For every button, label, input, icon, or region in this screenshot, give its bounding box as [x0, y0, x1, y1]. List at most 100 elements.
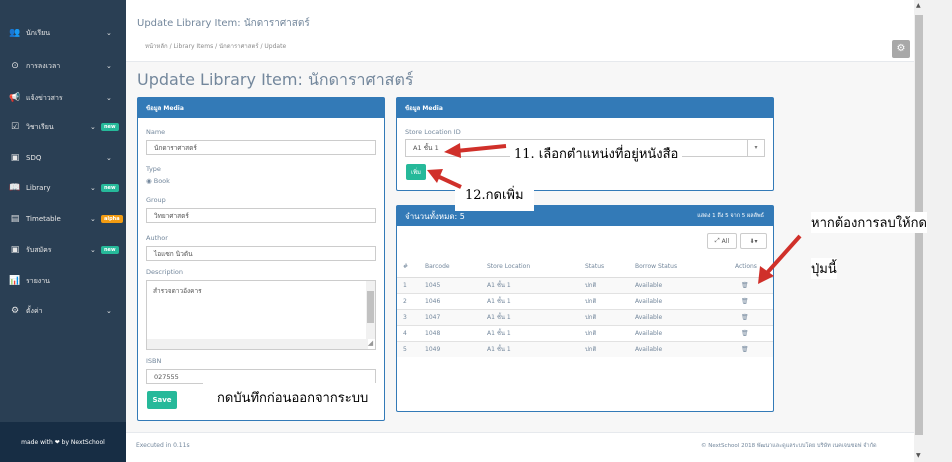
stock-total: จำนวนทั้งหมด: 5	[405, 211, 465, 221]
location-cell: A1 ชั้น 1	[481, 276, 579, 293]
sidebar-item-label: รายงาน	[26, 276, 50, 285]
status-cell: ปกติ	[579, 324, 629, 341]
sidebar-item-settings[interactable]: ⚙ ตั้งค่า ⌄	[0, 298, 126, 324]
cogs-icon: ⚙	[10, 306, 20, 316]
arrow-to-location-select	[444, 143, 507, 158]
page-footer: Executed in 0.11s © NextSchool 2018 พัฒน…	[126, 432, 914, 462]
table-row: 1 1045 A1 ชั้น 1 ปกติ Available 🗑	[397, 276, 773, 293]
sidebar-item-label: ตั้งค่า	[26, 306, 43, 315]
description-textarea[interactable]: สำรวจดาวอังคาร ◢	[146, 280, 376, 350]
isbn-label: ISBN	[146, 357, 162, 365]
new-badge: new	[101, 123, 119, 131]
sidebar-item-announcements[interactable]: 📢 แจ้งข่าวสาร ⌄	[0, 85, 126, 111]
gear-icon[interactable]: ⚙	[892, 40, 910, 58]
stock-table: # Barcode Store Location Status Borrow S…	[397, 256, 773, 357]
row-number: 1	[397, 276, 419, 293]
users-icon: 👥	[9, 28, 21, 38]
column-header[interactable]: #	[397, 256, 419, 278]
location-cell: A1 ชั้น 1	[481, 308, 579, 325]
barcode-cell: 1047	[419, 308, 481, 325]
column-header[interactable]: Store Location	[481, 256, 579, 278]
author-input[interactable]: ไอแซก นิวตัน	[146, 246, 376, 261]
name-label: Name	[146, 128, 166, 136]
location-cell: A1 ชั้น 1	[481, 340, 579, 357]
sidebar-item-subjects[interactable]: ☑ วิชาเรียน ⌄ new	[0, 114, 126, 140]
expand-icon: ⤢	[714, 237, 720, 244]
new-badge: new	[101, 184, 119, 192]
location-cell: A1 ชั้น 1	[481, 292, 579, 309]
location-cell: A1 ชั้น 1	[481, 324, 579, 341]
name-input[interactable]: นักดาราศาสตร์	[146, 140, 376, 155]
sidebar-item-students[interactable]: 👥 นักเรียน ⌄	[0, 20, 126, 46]
status-cell: ปกติ	[579, 276, 629, 293]
trash-icon[interactable]: 🗑	[729, 308, 773, 325]
textarea-hscrollbar[interactable]	[147, 339, 368, 349]
header-title: Update Library Item: นักดาราศาสตร์	[137, 18, 310, 29]
resize-handle-icon[interactable]: ◢	[366, 339, 375, 349]
table-row: 2 1046 A1 ชั้น 1 ปกติ Available 🗑	[397, 292, 773, 309]
sidebar-item-attendance[interactable]: ⊙ การลงเวลา ⌄	[0, 53, 126, 79]
chevron-down-icon: ⌄	[90, 246, 96, 254]
sidebar-item-label: วิชาเรียน	[26, 122, 54, 131]
trash-icon[interactable]: 🗑	[729, 340, 773, 357]
type-radio-book[interactable]: ◉ Book	[146, 177, 170, 185]
sidebar-item-library[interactable]: 📖 Library ⌄ new	[0, 175, 126, 201]
group-label: Group	[146, 196, 166, 204]
borrow-status-cell: Available	[629, 292, 729, 309]
chevron-down-icon: ⌄	[106, 29, 112, 37]
breadcrumb[interactable]: หน้าหลัก / Library Items / นักดาราศาสตร์…	[145, 41, 286, 51]
row-number: 3	[397, 308, 419, 325]
borrow-status-cell: Available	[629, 308, 729, 325]
all-filter-button[interactable]: ⤢ All	[707, 233, 737, 249]
trash-icon[interactable]: 🗑	[729, 324, 773, 341]
barcode-cell: 1048	[419, 324, 481, 341]
row-number: 5	[397, 340, 419, 357]
barcode-cell: 1046	[419, 292, 481, 309]
chevron-down-icon[interactable]: ▾	[747, 140, 764, 156]
sidebar-item-label: Library	[26, 184, 51, 192]
page-title: Update Library Item: นักดาราศาสตร์	[137, 70, 414, 89]
sidebar-item-label: รับสมัคร	[26, 245, 52, 254]
alpha-badge: alpha	[101, 215, 123, 223]
status-cell: ปกติ	[579, 308, 629, 325]
column-header[interactable]: Borrow Status	[629, 256, 729, 278]
row-number: 4	[397, 324, 419, 341]
arrow-to-delete-button	[758, 234, 802, 284]
store-location-value: A1 ชั้น 1	[413, 144, 439, 152]
author-label: Author	[146, 234, 168, 242]
status-cell: ปกติ	[579, 292, 629, 309]
textarea-scrollbar[interactable]	[366, 281, 375, 339]
form-icon: ▣	[10, 245, 20, 255]
group-select[interactable]: วิทยาศาสตร์	[146, 208, 376, 223]
chevron-down-icon: ⌄	[106, 154, 112, 162]
borrow-status-cell: Available	[629, 276, 729, 293]
top-bar: Update Library Item: นักดาราศาสตร์ หน้าห…	[126, 0, 914, 62]
chevron-down-icon: ⌄	[90, 123, 96, 131]
isbn-input[interactable]: 027555	[146, 369, 376, 384]
sidebar-item-label: Timetable	[26, 215, 61, 223]
table-row: 4 1048 A1 ชั้น 1 ปกติ Available 🗑	[397, 324, 773, 341]
sidebar: 👥 นักเรียน ⌄ ⊙ การลงเวลา ⌄ 📢 แจ้งข่าวสาร…	[0, 0, 126, 462]
sidebar-item-reports[interactable]: 📊 รายงาน	[0, 268, 126, 294]
add-button[interactable]: เพิ่ม	[406, 164, 426, 180]
row-number: 2	[397, 292, 419, 309]
description-text: สำรวจดาวอังคาร	[153, 287, 202, 295]
scroll-down-icon[interactable]: ▼	[916, 452, 921, 459]
column-header[interactable]: Status	[579, 256, 629, 278]
new-badge: new	[101, 246, 119, 254]
bullhorn-icon: 📢	[9, 93, 21, 103]
type-option-label: Book	[153, 177, 170, 185]
borrow-status-cell: Available	[629, 324, 729, 341]
save-button[interactable]: Save	[147, 391, 177, 409]
trash-icon[interactable]: 🗑	[729, 292, 773, 309]
column-header[interactable]: Barcode	[419, 256, 481, 278]
barcode-cell: 1049	[419, 340, 481, 357]
panel-heading: จำนวนทั้งหมด: 5 แสดง 1 ถึง 5 จาก 5 ผลลัพ…	[397, 206, 773, 226]
sidebar-item-sdq[interactable]: ▣ SDQ ⌄	[0, 145, 126, 171]
sidebar-item-admission[interactable]: ▣ รับสมัคร ⌄ new	[0, 237, 126, 263]
table-icon: ▤	[10, 214, 20, 224]
sidebar-item-timetable[interactable]: ▤ Timetable ⌄ alpha	[0, 206, 126, 232]
annotation-step-11: 11. เลือกตำแหน่งที่อยู่หนังสือ	[510, 142, 683, 165]
sidebar-item-label: การลงเวลา	[26, 61, 61, 70]
scroll-up-icon[interactable]: ▲	[916, 2, 921, 9]
